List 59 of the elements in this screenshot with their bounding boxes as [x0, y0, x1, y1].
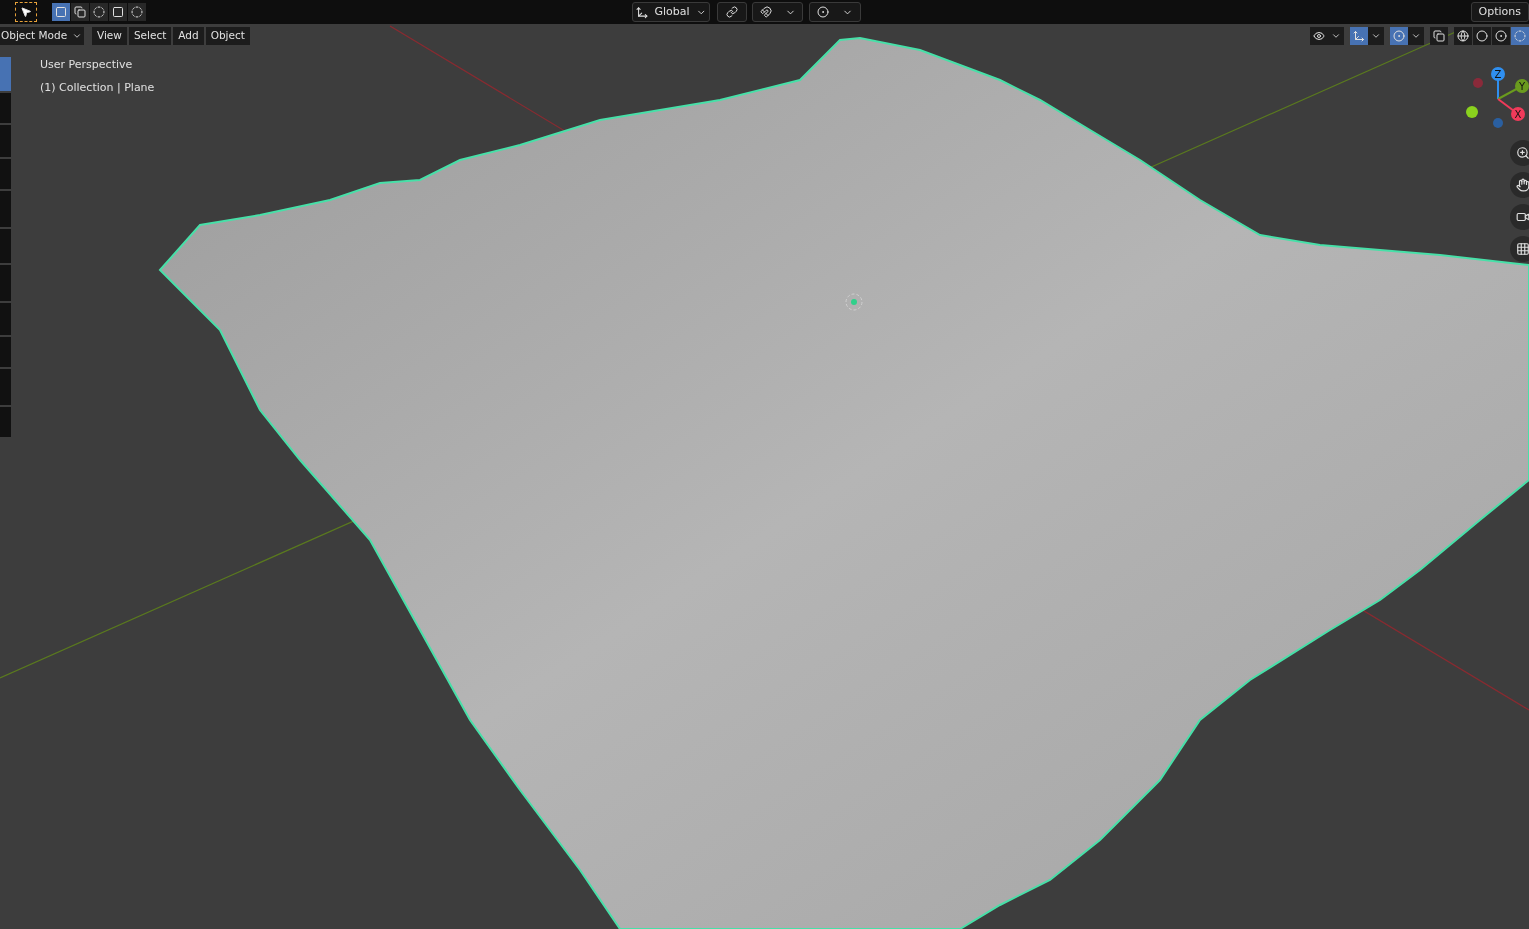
toggle-icon — [1313, 30, 1325, 42]
pan-button[interactable] — [1510, 172, 1529, 198]
options-button[interactable]: Options — [1470, 2, 1529, 22]
hand-icon — [1516, 178, 1529, 192]
link-icon — [726, 6, 738, 18]
pivot-dropdown[interactable] — [717, 2, 747, 22]
orientation-dropdown[interactable]: Global — [632, 2, 710, 22]
shading-button[interactable] — [1492, 27, 1510, 45]
toggle-dropdown[interactable] — [1328, 27, 1344, 45]
shading-button[interactable] — [1473, 27, 1491, 45]
grid-button[interactable] — [1510, 236, 1529, 262]
axes-icon — [636, 5, 649, 19]
chevron-icon — [1331, 31, 1341, 41]
zoom-icon — [1516, 146, 1529, 160]
shading-icon — [1457, 30, 1469, 42]
shading-icon — [1495, 30, 1507, 42]
shading-button[interactable] — [1454, 27, 1472, 45]
select-mode-icon — [131, 6, 143, 18]
menu-button[interactable]: View — [92, 27, 127, 45]
select-mode-button[interactable] — [71, 3, 89, 21]
select-mode-button[interactable] — [109, 3, 127, 21]
select-mode-icon — [112, 6, 124, 18]
grid-icon — [1516, 242, 1529, 256]
toggle-icon — [1353, 30, 1365, 42]
viewport-toggle[interactable] — [1310, 27, 1328, 45]
navigation-gizmo-drawing: Z Y X — [1464, 66, 1529, 130]
select-mode-button[interactable] — [90, 3, 108, 21]
origin-marker-icon — [845, 293, 863, 311]
toggle-icon — [1433, 30, 1445, 42]
view-name: User Perspective — [40, 57, 134, 73]
camera-icon — [1516, 210, 1529, 224]
menu-button[interactable]: Object — [205, 27, 250, 45]
object-info: (1) Collection | Plane — [40, 79, 155, 96]
select-tool-button[interactable] — [15, 2, 37, 22]
select-mode-button[interactable] — [128, 3, 146, 21]
toggle-dropdown[interactable] — [1408, 27, 1424, 45]
viewport-toggle[interactable] — [1390, 27, 1408, 45]
snap-toggle[interactable] — [752, 2, 803, 22]
chevron-icon — [1371, 31, 1381, 41]
mode-dropdown[interactable]: Object Mode — [0, 27, 84, 45]
proportional-icon — [816, 6, 829, 18]
cursor-icon — [20, 6, 32, 18]
magnet-icon — [759, 6, 772, 18]
shading-icon — [1476, 30, 1488, 42]
chevron-icon — [1411, 31, 1421, 41]
toggle-dropdown[interactable] — [1368, 27, 1384, 45]
proportional-edit-toggle[interactable] — [809, 2, 861, 22]
select-mode-icon — [55, 6, 67, 18]
camera-button[interactable] — [1510, 204, 1529, 230]
chevron-icon — [72, 31, 82, 41]
select-mode-icon — [74, 6, 86, 18]
select-mode-icon — [93, 6, 105, 18]
shading-icon — [1514, 30, 1526, 42]
menu-button[interactable]: Add — [173, 27, 204, 45]
zoom-button[interactable] — [1510, 140, 1529, 166]
viewport-toggle[interactable] — [1430, 27, 1448, 45]
toggle-icon — [1393, 30, 1405, 42]
viewport-toggle[interactable] — [1350, 27, 1368, 45]
menu-button[interactable]: Select — [128, 27, 172, 45]
